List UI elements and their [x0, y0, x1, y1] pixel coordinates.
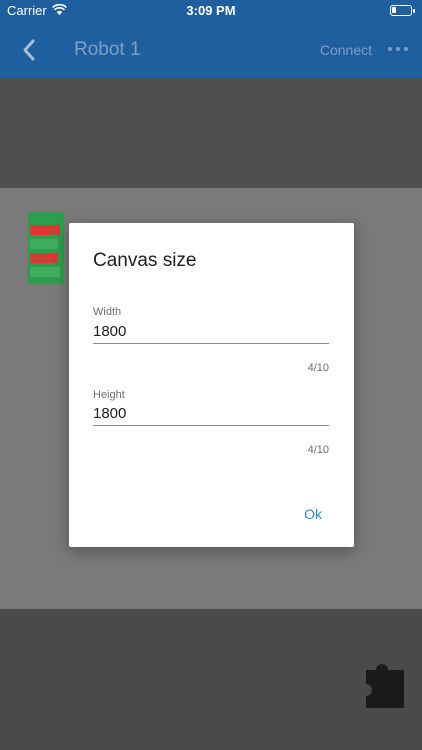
width-label: Width	[93, 306, 122, 318]
back-arrow-icon[interactable]	[18, 37, 42, 63]
code-block	[30, 225, 60, 235]
code-block	[30, 239, 58, 249]
more-icon[interactable]	[388, 46, 408, 54]
ok-button[interactable]: Ok	[304, 506, 322, 522]
code-block	[30, 253, 58, 263]
width-counter: 4/10	[307, 362, 329, 374]
height-label: Height	[93, 389, 125, 401]
overlay-top	[0, 78, 422, 188]
status-time: 3:09 PM	[186, 3, 236, 18]
connect-button[interactable]: Connect	[320, 42, 372, 58]
width-input[interactable]	[93, 320, 329, 344]
battery-icon	[390, 5, 415, 16]
height-counter: 4/10	[307, 444, 329, 456]
code-blocks-preview[interactable]	[28, 212, 64, 284]
puzzle-piece-icon[interactable]	[364, 658, 406, 710]
dialog-title: Canvas size	[93, 250, 197, 271]
status-bar: Carrier 3:09 PM	[0, 0, 422, 22]
overlay-bottom	[0, 609, 422, 750]
code-block	[30, 267, 60, 277]
page-title: Robot 1	[74, 39, 141, 60]
canvas-size-dialog: Canvas size Width 4/10 Height 4/10 Ok	[69, 223, 354, 547]
app-bar: Robot 1 Connect	[0, 22, 422, 78]
height-input[interactable]	[93, 402, 329, 426]
